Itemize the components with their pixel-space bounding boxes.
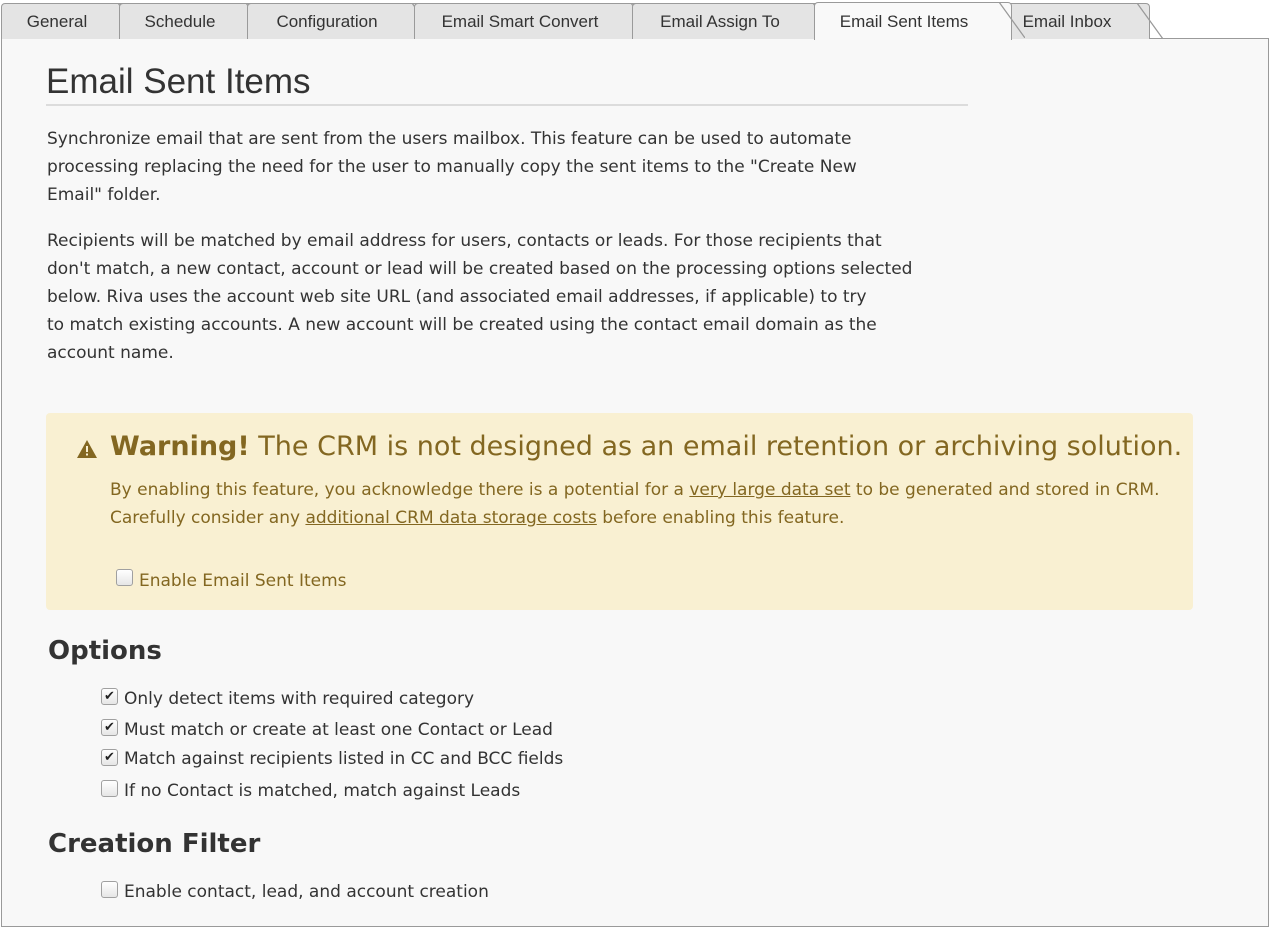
enable-creation-label: Enable contact, lead, and account creati… <box>124 882 489 902</box>
description-paragraph-2: Recipients will be matched by email addr… <box>47 231 913 363</box>
tab-email-assign-to[interactable]: Email Assign To <box>632 3 839 39</box>
option-label: If no Contact is matched, match against … <box>124 781 521 801</box>
option-checkbox-required-category[interactable]: ✔ <box>101 687 118 705</box>
enable-sent-items-checkbox[interactable] <box>116 568 133 586</box>
warning-body: By enabling this feature, you acknowledg… <box>110 476 1170 532</box>
storage-costs-link[interactable]: additional CRM data storage costs <box>305 508 596 528</box>
large-data-set-link[interactable]: very large data set <box>689 480 850 500</box>
options-heading: Options <box>48 636 162 666</box>
warning-text-after: before enabling this feature. <box>596 508 845 528</box>
tab-email-sent-items[interactable]: Email Sent Items <box>814 2 1025 40</box>
tab-configuration[interactable]: Configuration <box>247 3 438 39</box>
option-label: Only detect items with required category <box>124 689 475 709</box>
creation-filter-row: Enable contact, lead, and account creati… <box>101 876 489 902</box>
title-divider <box>46 104 968 106</box>
enable-sent-items-label: Enable Email Sent Items <box>139 571 347 591</box>
tab-email-smart-convert[interactable]: Email Smart Convert <box>414 3 657 39</box>
option-checkbox-match-leads[interactable] <box>101 779 118 797</box>
option-label: Match against recipients listed in CC an… <box>124 749 564 769</box>
option-row: ✔ Must match or create at least one Cont… <box>101 714 553 740</box>
tab-schedule[interactable]: Schedule <box>119 3 272 39</box>
tab-general[interactable]: General <box>1 3 144 39</box>
option-label: Must match or create at least one Contac… <box>124 720 553 740</box>
warning-headline: Warning! The CRM is not designed as an e… <box>110 431 1182 462</box>
option-row: ✔ Only detect items with required catego… <box>101 683 474 709</box>
option-row: ✔ Match against recipients listed in CC … <box>101 745 563 769</box>
warning-strong: Warning! <box>110 431 250 462</box>
creation-filter-heading: Creation Filter <box>48 829 261 859</box>
description-paragraph-1: Synchronize email that are sent from the… <box>47 129 857 205</box>
warning-alert: Warning! The CRM is not designed as an e… <box>46 413 1193 610</box>
option-row: If no Contact is matched, match against … <box>101 775 520 801</box>
warning-text-before: By enabling this feature, you acknowledg… <box>110 480 690 500</box>
tab-email-inbox[interactable]: Email Inbox <box>1002 3 1163 39</box>
warning-headline-text: The CRM is not designed as an email rete… <box>258 431 1183 462</box>
option-checkbox-cc-bcc[interactable]: ✔ <box>101 748 118 766</box>
enable-sent-items-row: Enable Email Sent Items <box>116 563 347 591</box>
option-checkbox-match-contact-lead[interactable]: ✔ <box>101 718 118 736</box>
enable-creation-checkbox[interactable] <box>101 880 118 898</box>
tab-bar: General Schedule Configuration Email Sma… <box>0 0 1270 40</box>
page-title: Email Sent Items <box>46 62 311 101</box>
warning-icon <box>76 439 98 459</box>
